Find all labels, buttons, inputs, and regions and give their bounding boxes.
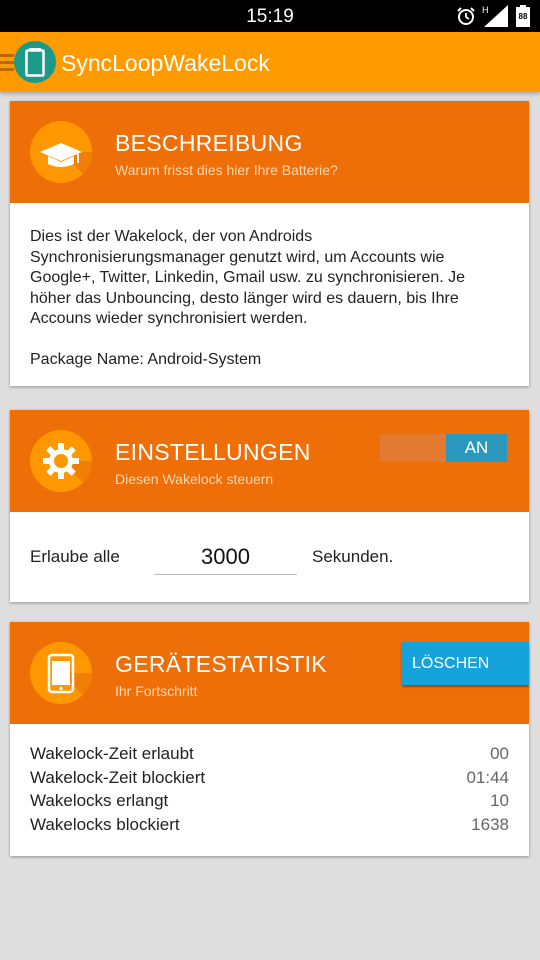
stat-value: 00 xyxy=(490,744,509,763)
stats-card-header: GERÄTESTATISTIK Ihr Fortschritt LÖSCHEN xyxy=(10,622,529,724)
settings-card-header: EINSTELLUNGEN Diesen Wakelock steuern AN xyxy=(10,410,529,512)
status-icons: H 88 xyxy=(456,4,530,28)
stat-row-blocked: Wakelocks blockiert 1638 xyxy=(30,815,509,839)
stats-subtitle: Ihr Fortschritt xyxy=(115,683,198,699)
stat-row-allowed-time: Wakelock-Zeit erlaubt 00 xyxy=(30,744,509,768)
settings-card: EINSTELLUNGEN Diesen Wakelock steuern AN… xyxy=(10,410,529,602)
settings-subtitle: Diesen Wakelock steuern xyxy=(115,471,274,487)
toggle-on-label[interactable]: AN xyxy=(446,434,507,462)
delete-button[interactable]: LÖSCHEN xyxy=(402,642,529,685)
description-subtitle: Warum frisst dies hier Ihre Batterie? xyxy=(115,162,338,178)
stat-value: 01:44 xyxy=(466,767,509,787)
description-title: BESCHREIBUNG xyxy=(115,130,303,156)
battery-level: 88 xyxy=(518,12,528,21)
description-text: Dies ist der Wakelock, der von Androids … xyxy=(30,228,466,327)
allow-label: Erlaube alle xyxy=(30,547,120,566)
stats-title: GERÄTESTATISTIK xyxy=(115,651,327,677)
status-bar: 15:19 H 88 xyxy=(0,0,540,32)
alarm-icon xyxy=(457,7,475,25)
stat-value: 10 xyxy=(490,791,509,810)
enable-toggle[interactable]: AN xyxy=(380,434,507,462)
app-bar: SyncLoopWakeLock xyxy=(0,32,540,92)
seconds-input-underline xyxy=(154,574,297,575)
seconds-input[interactable]: 3000 xyxy=(154,544,297,570)
app-title: SyncLoopWakeLock xyxy=(61,50,270,76)
stat-label: Wakelock-Zeit blockiert xyxy=(30,767,206,787)
phone-icon xyxy=(30,642,92,704)
settings-title: EINSTELLUNGEN xyxy=(115,439,311,465)
gear-icon xyxy=(30,430,92,492)
stat-label: Wakelocks erlangt xyxy=(30,791,169,810)
stat-label: Wakelocks blockiert xyxy=(30,814,180,834)
stats-list: Wakelock-Zeit erlaubt 00 Wakelock-Zeit b… xyxy=(10,724,529,838)
allow-seconds-row: Erlaube alle 3000 Sekunden. xyxy=(10,512,529,602)
graduation-cap-icon xyxy=(30,121,92,183)
stats-card: GERÄTESTATISTIK Ihr Fortschritt LÖSCHEN … xyxy=(10,622,529,856)
signal-icon: H xyxy=(482,5,508,27)
network-type: H xyxy=(482,5,489,15)
package-name: Package Name: Android-System xyxy=(30,350,262,368)
battery-icon: 88 xyxy=(516,5,530,27)
stat-row-blocked-time: Wakelock-Zeit blockiert 01:44 xyxy=(30,768,509,792)
description-card: BESCHREIBUNG Warum frisst dies hier Ihre… xyxy=(10,101,529,386)
description-card-header: BESCHREIBUNG Warum frisst dies hier Ihre… xyxy=(10,101,529,203)
menu-icon[interactable] xyxy=(0,54,14,72)
description-body: Dies ist der Wakelock, der von Androids … xyxy=(10,203,529,370)
app-logo-icon[interactable] xyxy=(14,41,56,83)
stat-label: Wakelock-Zeit erlaubt xyxy=(30,744,194,763)
stat-value: 1638 xyxy=(471,814,509,834)
stat-row-acquired: Wakelocks erlangt 10 xyxy=(30,791,509,815)
seconds-label: Sekunden. xyxy=(312,547,394,566)
